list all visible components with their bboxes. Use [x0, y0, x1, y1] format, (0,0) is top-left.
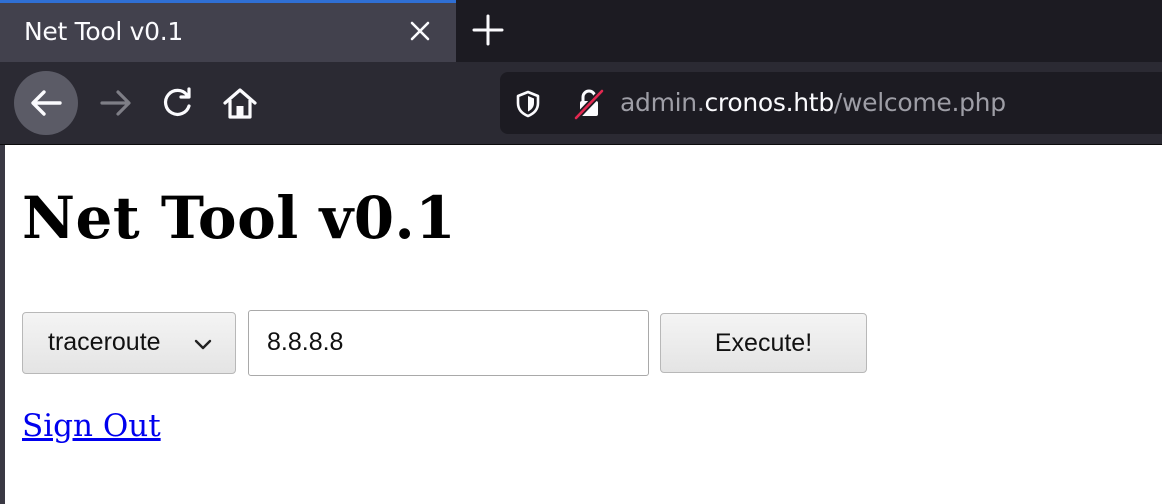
sign-out-link[interactable]: Sign Out — [22, 408, 161, 444]
url-prefix: admin. — [620, 88, 705, 117]
browser-tab[interactable]: Net Tool v0.1 — [0, 0, 456, 62]
new-tab-icon[interactable] — [468, 10, 508, 50]
url-text[interactable]: admin.cronos.htb/welcome.php — [620, 88, 1006, 117]
url-bar[interactable]: admin.cronos.htb/welcome.php — [500, 72, 1162, 134]
tracking-protection-shield-icon[interactable] — [514, 89, 542, 123]
command-select[interactable]: traceroute — [22, 312, 236, 374]
navigation-bar: admin.cronos.htb/welcome.php — [0, 62, 1162, 145]
host-input[interactable]: 8.8.8.8 — [248, 310, 649, 376]
execute-button-label: Execute! — [714, 329, 813, 357]
host-input-value: 8.8.8.8 — [267, 328, 344, 356]
back-arrow-icon — [31, 90, 62, 116]
home-button[interactable] — [220, 84, 260, 122]
tab-bar: Net Tool v0.1 — [0, 0, 1162, 62]
page-title: Net Tool v0.1 — [22, 184, 457, 252]
window-edge — [0, 145, 5, 504]
tab-title: Net Tool v0.1 — [24, 17, 183, 46]
command-select-value: traceroute — [48, 328, 161, 356]
home-icon — [223, 88, 257, 119]
reload-icon — [163, 87, 191, 116]
forward-button[interactable] — [96, 85, 136, 121]
chevron-down-icon — [193, 337, 213, 356]
back-button[interactable] — [14, 71, 78, 135]
url-path: /welcome.php — [833, 88, 1006, 117]
url-host: cronos.htb — [704, 88, 834, 117]
reload-button[interactable] — [158, 84, 196, 122]
execute-button[interactable]: Execute! — [660, 313, 867, 373]
forward-arrow-icon — [100, 90, 131, 116]
insecure-lock-icon[interactable] — [572, 87, 606, 125]
close-tab-icon[interactable] — [404, 15, 436, 47]
